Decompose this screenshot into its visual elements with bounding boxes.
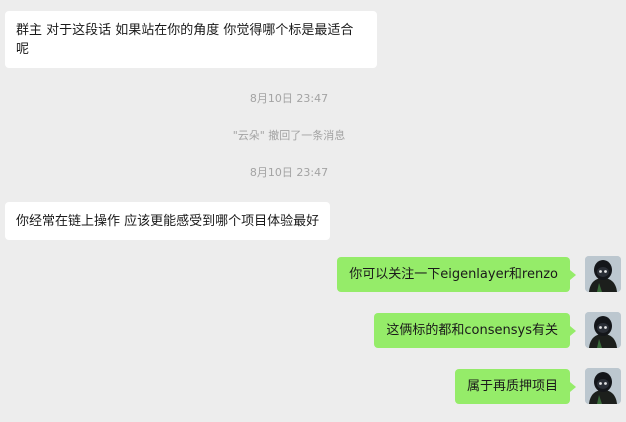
avatar[interactable] <box>585 256 621 292</box>
avatar[interactable] <box>585 312 621 348</box>
outgoing-message-bubble[interactable]: 你可以关注一下eigenlayer和renzo <box>337 257 576 292</box>
message-text: 属于再质押项目 <box>466 379 558 394</box>
outgoing-message-bubble[interactable]: 这俩标的都和consensys有关 <box>374 313 576 348</box>
chat-history: 群主 对于这段话 如果站在你的角度 你觉得哪个标是最适合呢 8月10日 23:4… <box>0 0 626 422</box>
hooded-figure-avatar-icon <box>585 368 621 404</box>
recall-notice: "云朵" 撤回了一条消息 <box>232 129 346 142</box>
incoming-message-bubble[interactable]: 你经常在链上操作 应该更能感受到哪个项目体验最好 <box>5 202 331 240</box>
timestamp: 8月10日 23:47 <box>249 92 329 105</box>
hooded-figure-avatar-icon <box>585 256 621 292</box>
message-text: 群主 对于这段话 如果站在你的角度 你觉得哪个标是最适合呢 <box>16 23 354 57</box>
outgoing-message-bubble[interactable]: 属于再质押项目 <box>454 369 577 404</box>
avatar[interactable] <box>585 368 621 404</box>
message-text: 你可以关注一下eigenlayer和renzo <box>349 267 558 282</box>
incoming-message-bubble[interactable]: 群主 对于这段话 如果站在你的角度 你觉得哪个标是最适合呢 <box>5 11 377 68</box>
timestamp: 8月10日 23:47 <box>249 166 329 179</box>
message-text: 这俩标的都和consensys有关 <box>386 323 558 338</box>
hooded-figure-avatar-icon <box>585 312 621 348</box>
message-text: 你经常在链上操作 应该更能感受到哪个项目体验最好 <box>16 214 320 229</box>
